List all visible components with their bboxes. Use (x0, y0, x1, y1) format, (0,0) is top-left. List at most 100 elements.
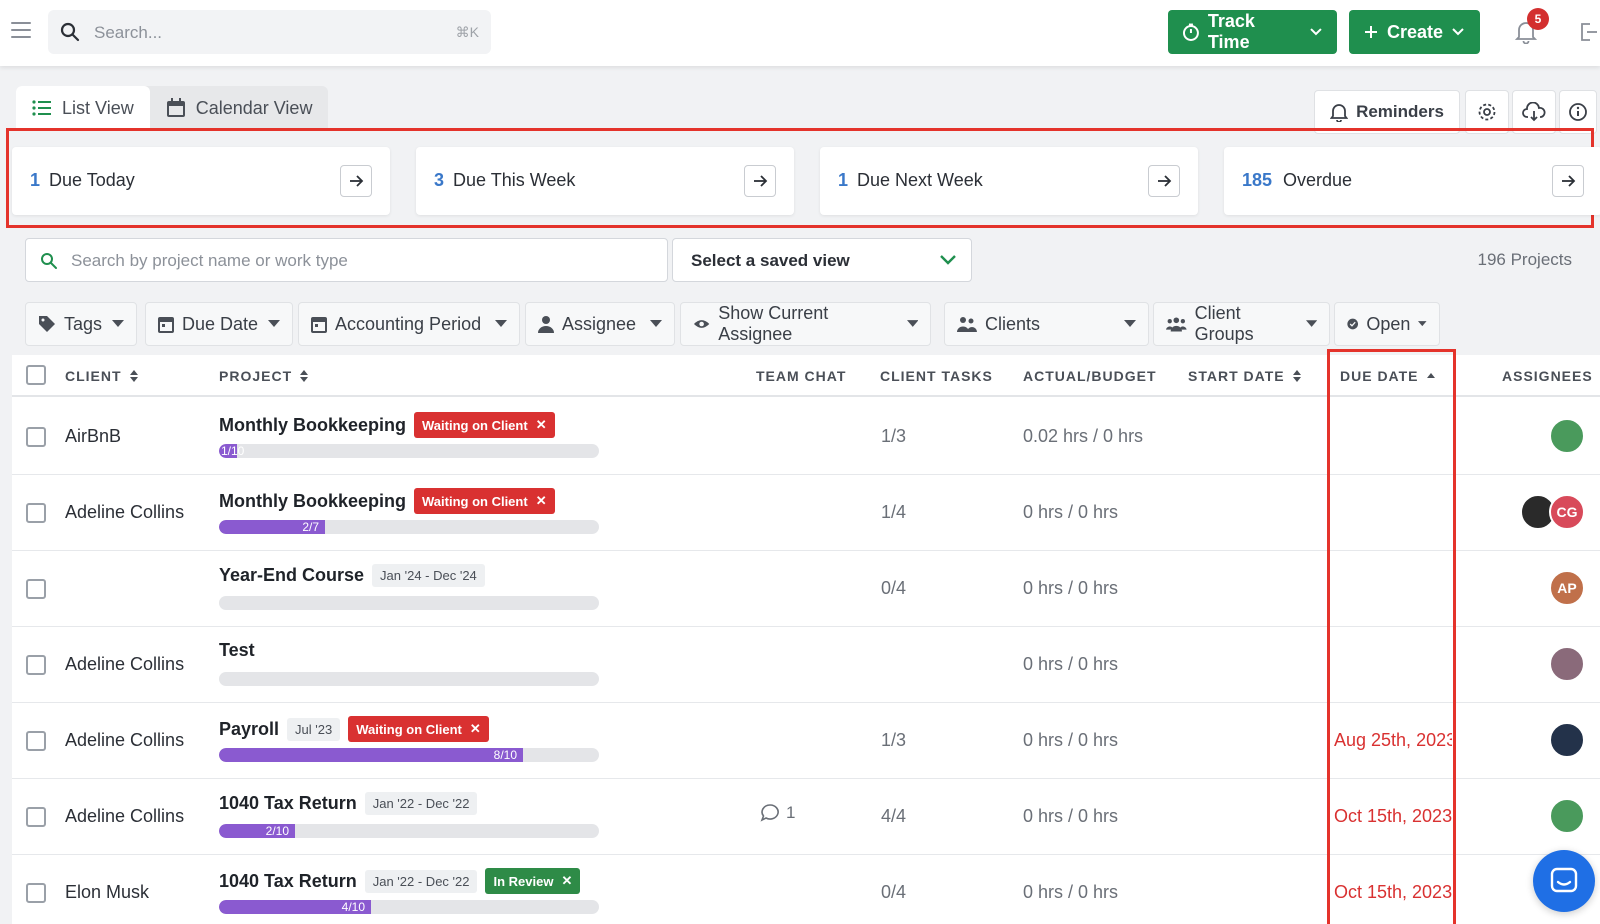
row-project-name[interactable]: Monthly Bookkeeping (219, 415, 406, 436)
avatar[interactable] (1549, 798, 1585, 834)
filter-tags[interactable]: Tags (25, 302, 137, 346)
row-checkbox[interactable] (26, 883, 46, 903)
progress-fill: 2/7 (219, 520, 325, 534)
row-client[interactable]: Adeline Collins (65, 806, 184, 827)
close-icon[interactable]: ✕ (536, 417, 547, 433)
project-search-input[interactable]: Search by project name or work type (25, 238, 668, 282)
row-project-name[interactable]: 1040 Tax Return (219, 793, 357, 814)
row-checkbox[interactable] (26, 427, 46, 447)
status-tag-label: Waiting on Client (422, 417, 528, 433)
status-tag[interactable]: In Review ✕ (485, 868, 581, 894)
row-checkbox[interactable] (26, 731, 46, 751)
row-project-title: Monthly Bookkeeping Waiting on Client ✕ (219, 412, 555, 438)
row-project-name[interactable]: Payroll (219, 719, 279, 740)
summary-card-due-next-week[interactable]: 1 Due Next Week (820, 147, 1198, 215)
row-checkbox[interactable] (26, 807, 46, 827)
filter-clients[interactable]: Clients (944, 302, 1149, 346)
avatar[interactable] (1549, 722, 1585, 758)
column-actual-budget: ACTUAL/BUDGET (1023, 368, 1157, 384)
column-start-date-label: START DATE (1188, 368, 1285, 384)
saved-view-select[interactable]: Select a saved view (672, 238, 972, 282)
row-client[interactable]: Elon Musk (65, 882, 149, 903)
create-label: Create (1387, 21, 1444, 42)
row-client[interactable]: Adeline Collins (65, 730, 184, 751)
arrow-right-icon[interactable] (340, 165, 372, 197)
row-checkbox[interactable] (26, 503, 46, 523)
select-all-checkbox[interactable] (26, 365, 46, 385)
team-chat-cell[interactable]: 1 (760, 803, 795, 823)
summary-card-overdue[interactable]: 185 Overdue (1224, 147, 1600, 215)
arrow-right-icon[interactable] (1552, 165, 1584, 197)
close-icon[interactable]: ✕ (470, 721, 481, 737)
arrow-right-icon[interactable] (1148, 165, 1180, 197)
create-button[interactable]: Create (1349, 10, 1480, 54)
filter-assignee-label: Assignee (562, 313, 637, 334)
summary-card-due-this-week[interactable]: 3 Due This Week (416, 147, 794, 215)
row-checkbox[interactable] (26, 655, 46, 675)
search-icon (60, 22, 80, 42)
close-icon[interactable]: ✕ (536, 493, 547, 509)
arrow-right-icon[interactable] (744, 165, 776, 197)
global-search-input[interactable]: Search... ⌘K (48, 10, 491, 54)
row-client[interactable]: Adeline Collins (65, 654, 184, 675)
period-tag: Jan '22 - Dec '22 (364, 792, 478, 815)
row-project-name[interactable]: Monthly Bookkeeping (219, 491, 406, 512)
column-project[interactable]: PROJECT (219, 368, 309, 384)
progress-fill: 1/10 (219, 444, 245, 458)
column-actual-budget-label: ACTUAL/BUDGET (1023, 368, 1157, 384)
tab-list-view[interactable]: List View (16, 86, 150, 130)
row-project-title: 1040 Tax Return Jan '22 - Dec '22 In Rev… (219, 868, 581, 894)
status-tag[interactable]: Waiting on Client ✕ (414, 488, 555, 514)
avatar[interactable]: AP (1549, 570, 1585, 606)
sort-icon (129, 370, 138, 382)
view-tabs: List View Calendar View (16, 86, 329, 130)
support-chat-button[interactable] (1533, 850, 1595, 912)
avatar[interactable] (1549, 646, 1585, 682)
plus-icon (1365, 26, 1377, 38)
summary-card-due-today[interactable]: 1 Due Today (12, 147, 390, 215)
avatar[interactable]: CG (1549, 494, 1585, 530)
row-client[interactable]: AirBnB (65, 426, 121, 447)
search-icon (41, 253, 57, 269)
filter-assignee[interactable]: Assignee (525, 302, 675, 346)
filter-accounting-period[interactable]: Accounting Period (298, 302, 520, 346)
calendar-icon (166, 98, 185, 117)
filter-client-groups-label: Client Groups (1194, 303, 1254, 344)
row-project-name[interactable]: Year-End Course (219, 565, 364, 586)
status-tag[interactable]: Waiting on Client ✕ (348, 716, 489, 742)
period-tag: Jan '22 - Dec '22 (364, 869, 478, 893)
row-project-name[interactable]: 1040 Tax Return (219, 871, 357, 892)
filter-show-current-assignee[interactable]: Show Current Assignee (680, 302, 931, 346)
row-client[interactable]: Adeline Collins (65, 502, 184, 523)
calendar-icon (311, 317, 327, 333)
status-tag-label: Waiting on Client (356, 721, 462, 737)
row-actual-budget: 0.02 hrs / 0 hrs (1023, 426, 1144, 446)
row-project-title: Test (219, 640, 255, 661)
filter-open[interactable]: Open (1334, 302, 1440, 346)
column-assignees: ASSIGNEES (1502, 368, 1593, 384)
progress-bar (219, 596, 599, 610)
avatar[interactable] (1549, 418, 1585, 454)
logout-icon[interactable] (1580, 22, 1598, 42)
chevron-down-icon (1452, 28, 1464, 36)
chevron-down-icon (940, 255, 956, 265)
status-tag[interactable]: Waiting on Client ✕ (414, 412, 555, 438)
close-icon[interactable]: ✕ (561, 873, 572, 889)
tab-calendar-view[interactable]: Calendar View (150, 86, 329, 130)
row-checkbox[interactable] (26, 579, 46, 599)
filter-due-date-label: Due Date (182, 313, 259, 334)
track-time-button[interactable]: Track Time (1168, 10, 1337, 54)
eye-icon (693, 320, 710, 328)
row-actual-budget: 0 hrs / 0 hrs (1023, 578, 1119, 598)
row-project-name[interactable]: Test (219, 640, 255, 661)
caret-down-icon (112, 320, 124, 327)
summary-label: Due This Week (453, 170, 576, 190)
filter-due-date[interactable]: Due Date (145, 302, 293, 346)
column-client[interactable]: CLIENT (65, 368, 138, 384)
caret-down-icon (268, 320, 280, 327)
summary-count: 1 (838, 170, 849, 190)
filter-client-groups[interactable]: Client Groups (1153, 302, 1330, 346)
column-start-date[interactable]: START DATE (1188, 368, 1301, 384)
progress-bar: 2/7 (219, 520, 599, 534)
menu-icon[interactable] (11, 22, 31, 38)
